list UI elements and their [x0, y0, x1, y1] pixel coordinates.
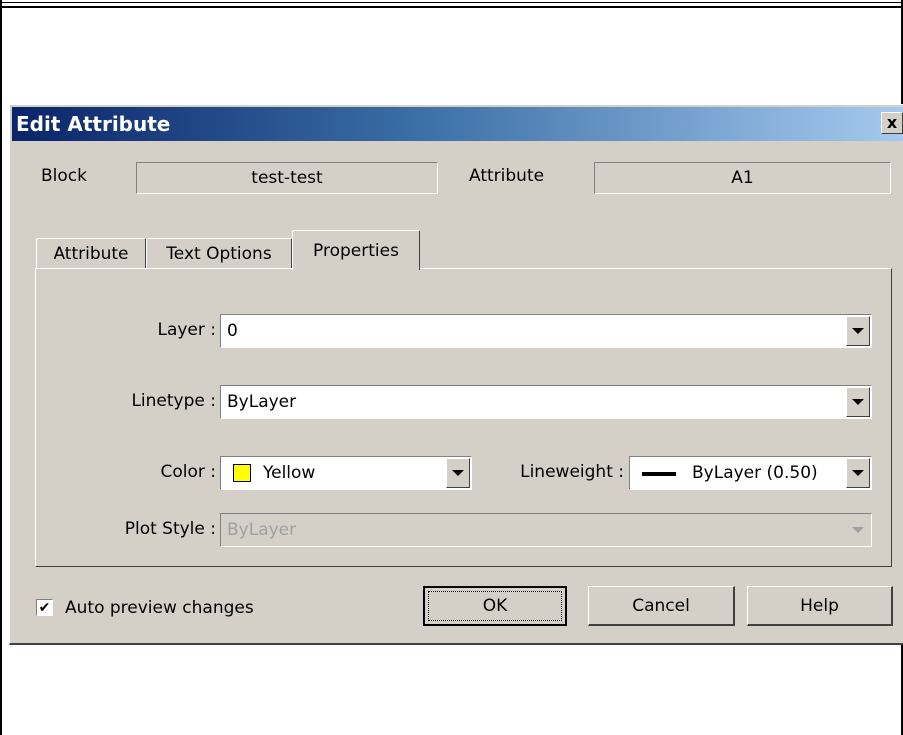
attribute-value: A1: [731, 168, 754, 188]
tab-text-options-label: Text Options: [166, 244, 272, 264]
dialog-title: Edit Attribute: [16, 112, 171, 136]
auto-preview-label[interactable]: Auto preview changes: [65, 598, 254, 618]
color-value: Yellow: [263, 463, 316, 483]
chevron-down-icon: [852, 527, 864, 533]
color-label: Color :: [160, 462, 216, 482]
close-button[interactable]: x: [881, 112, 903, 134]
auto-preview-checkbox[interactable]: ✔: [36, 599, 53, 616]
block-value-field: test-test: [136, 162, 438, 194]
focus-rectangle: [428, 591, 562, 621]
lineweight-dropdown[interactable]: ByLayer (0.50): [629, 456, 872, 490]
layer-value: 0: [227, 321, 238, 341]
plot-style-dropdown: ByLayer: [220, 513, 872, 547]
plot-style-dropdown-button: [846, 515, 870, 545]
properties-panel: Layer : 0 Linetype : ByLayer Color : Yel…: [35, 268, 892, 567]
checkmark-icon: ✔: [38, 599, 51, 616]
linetype-label: Linetype :: [131, 391, 216, 411]
chevron-down-icon: [852, 328, 864, 334]
lineweight-label: Lineweight :: [520, 462, 624, 482]
tab-attribute[interactable]: Attribute: [36, 238, 146, 269]
tab-attribute-label: Attribute: [53, 244, 129, 264]
color-swatch: [233, 464, 251, 482]
attribute-value-field: A1: [594, 162, 891, 194]
edit-attribute-dialog: Edit Attribute x Block test-test Attribu…: [9, 104, 903, 645]
cancel-button[interactable]: Cancel: [588, 586, 735, 626]
plot-style-value: ByLayer: [227, 520, 297, 540]
layer-dropdown[interactable]: 0: [220, 314, 872, 348]
color-dropdown[interactable]: Yellow: [220, 456, 472, 490]
block-value: test-test: [251, 168, 323, 188]
lineweight-sample-line: [642, 472, 676, 476]
tab-text-options[interactable]: Text Options: [146, 238, 292, 269]
ok-button[interactable]: OK: [423, 586, 567, 626]
help-button[interactable]: Help: [747, 586, 893, 626]
tab-properties-label: Properties: [313, 240, 399, 261]
dialog-titlebar[interactable]: Edit Attribute x: [12, 107, 903, 141]
attribute-label: Attribute: [469, 166, 545, 186]
lineweight-dropdown-button[interactable]: [846, 458, 870, 488]
cancel-button-label: Cancel: [632, 595, 690, 616]
chevron-down-icon: [852, 470, 864, 476]
plot-style-label: Plot Style :: [124, 519, 216, 539]
tab-properties[interactable]: Properties: [292, 230, 420, 270]
linetype-dropdown-button[interactable]: [846, 387, 870, 417]
lineweight-value: ByLayer (0.50): [692, 463, 818, 483]
close-icon: x: [886, 113, 898, 132]
background-window-left-border: [0, 0, 2, 735]
help-button-label: Help: [800, 595, 839, 616]
layer-dropdown-button[interactable]: [846, 316, 870, 346]
background-window-edge: [0, 0, 903, 8]
chevron-down-icon: [852, 399, 864, 405]
linetype-value: ByLayer: [227, 392, 297, 412]
color-dropdown-button[interactable]: [446, 458, 470, 488]
block-label: Block: [41, 166, 87, 186]
layer-label: Layer :: [157, 320, 216, 340]
chevron-down-icon: [452, 470, 464, 476]
linetype-dropdown[interactable]: ByLayer: [220, 385, 872, 419]
